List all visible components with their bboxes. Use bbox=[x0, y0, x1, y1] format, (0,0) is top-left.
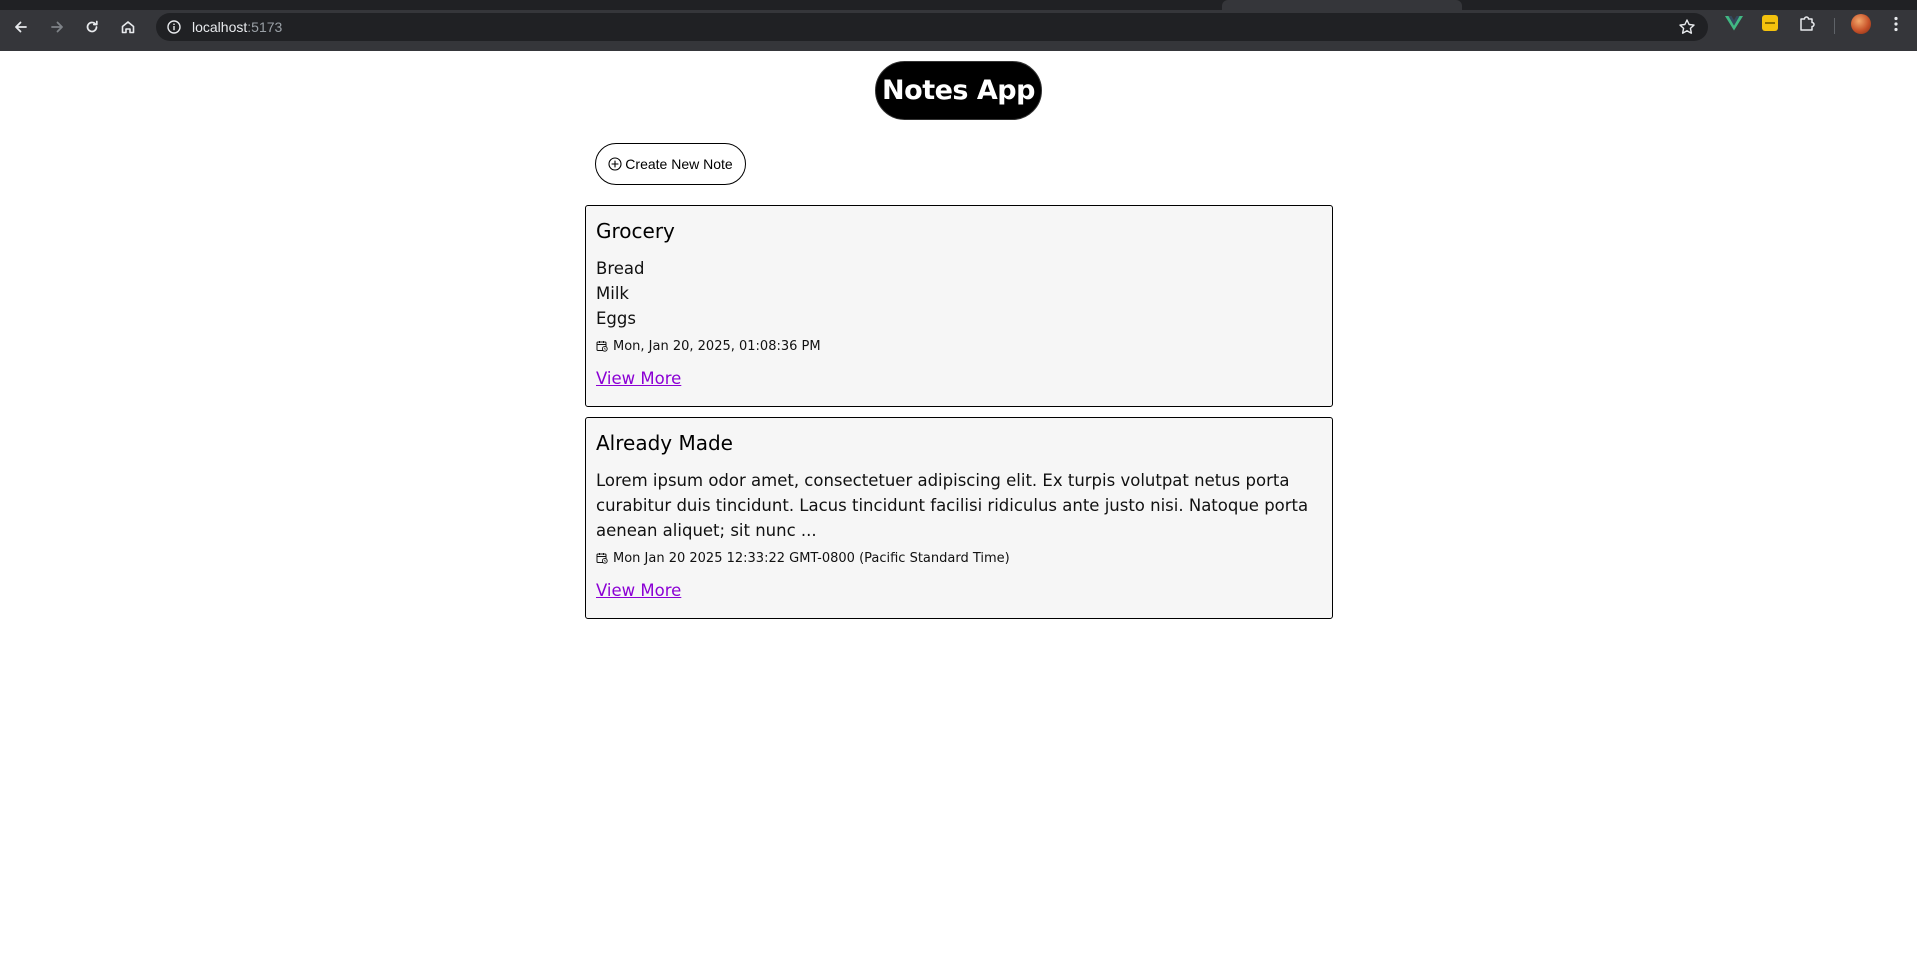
address-bar[interactable]: localhost:5173 bbox=[156, 13, 1708, 41]
reload-button[interactable] bbox=[78, 10, 106, 43]
puzzle-icon bbox=[1800, 16, 1815, 31]
create-button-label: Create New Note bbox=[625, 156, 733, 172]
calendar-clock-icon bbox=[596, 553, 608, 564]
home-button[interactable] bbox=[114, 10, 142, 43]
home-icon bbox=[121, 20, 135, 33]
url-text[interactable]: localhost:5173 bbox=[192, 13, 282, 41]
view-more-link[interactable]: View More bbox=[596, 581, 681, 600]
note-card: Already Made Lorem ipsum odor amet, cons… bbox=[585, 417, 1333, 619]
site-info-icon[interactable] bbox=[166, 19, 182, 35]
app-title: Notes App bbox=[875, 61, 1042, 120]
note-date: Mon Jan 20 2025 12:33:22 GMT-0800 (Pacif… bbox=[596, 550, 1010, 566]
forward-arrow-icon bbox=[51, 21, 63, 32]
vue-logo-icon bbox=[1725, 16, 1743, 31]
url-host: localhost bbox=[192, 19, 248, 35]
note-body: Lorem ipsum odor amet, consectetuer adip… bbox=[596, 471, 1309, 540]
kebab-menu-icon bbox=[1894, 16, 1898, 32]
note-line: Eggs bbox=[596, 309, 636, 328]
note-line: Milk bbox=[596, 284, 629, 303]
url-port: :5173 bbox=[247, 19, 283, 35]
note-date-text: Mon, Jan 20, 2025, 01:08:36 PM bbox=[613, 338, 821, 354]
back-button[interactable] bbox=[7, 10, 35, 43]
browser-chrome: localhost:5173 bbox=[0, 0, 1917, 51]
extension-yellow-icon[interactable] bbox=[1760, 13, 1780, 33]
view-more-link[interactable]: View More bbox=[596, 369, 681, 388]
browser-toolbar: localhost:5173 bbox=[0, 10, 1917, 51]
toolbar-separator bbox=[1834, 18, 1835, 34]
note-date: Mon, Jan 20, 2025, 01:08:36 PM bbox=[596, 338, 821, 354]
note-title: Grocery bbox=[596, 219, 675, 243]
create-new-note-button[interactable]: Create New Note bbox=[595, 143, 746, 185]
calendar-clock-icon bbox=[596, 341, 608, 352]
active-tab[interactable] bbox=[1222, 0, 1462, 10]
note-card: Grocery Bread Milk Eggs Mon, Jan 20, 202… bbox=[585, 205, 1333, 407]
note-date-text: Mon Jan 20 2025 12:33:22 GMT-0800 (Pacif… bbox=[613, 550, 1010, 566]
tab-strip bbox=[0, 0, 1917, 10]
back-arrow-icon bbox=[15, 21, 27, 32]
note-title: Already Made bbox=[596, 431, 733, 455]
reload-icon bbox=[86, 20, 98, 32]
star-icon[interactable] bbox=[1678, 18, 1696, 36]
page-content: Notes App Create New Note Grocery Bread … bbox=[0, 51, 1917, 967]
puzzle-extensions-icon[interactable] bbox=[1797, 13, 1817, 33]
more-menu-button[interactable] bbox=[1886, 13, 1906, 35]
vue-devtools-icon[interactable] bbox=[1724, 13, 1744, 33]
yellow-ext-icon bbox=[1762, 15, 1778, 31]
profile-avatar[interactable] bbox=[1851, 14, 1871, 34]
note-line: Bread bbox=[596, 259, 645, 278]
plus-circle-icon bbox=[608, 157, 622, 171]
forward-button[interactable] bbox=[43, 10, 71, 43]
note-body: Bread Milk Eggs bbox=[596, 256, 1311, 331]
